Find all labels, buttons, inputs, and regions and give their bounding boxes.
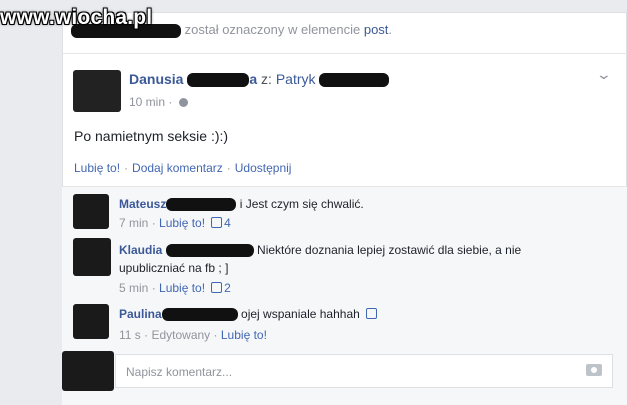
tag-notice-period: . bbox=[388, 22, 393, 37]
comment-author[interactable]: Klaudia bbox=[119, 243, 162, 257]
comment-meta: 11 s · Edytowany · Lubię to! bbox=[119, 328, 267, 342]
post-meta: 10 min · bbox=[129, 95, 188, 109]
watermark: www.wiocha.pl bbox=[0, 6, 153, 29]
action-separator: · bbox=[124, 161, 129, 175]
comment-time[interactable]: 11 s bbox=[119, 328, 141, 342]
comment-button[interactable]: Dodaj komentarz bbox=[132, 161, 223, 175]
comment-text: ojej wspaniale hahhah bbox=[241, 307, 360, 321]
globe-icon[interactable] bbox=[178, 98, 188, 108]
post-author-line: Danusia a z: Patryk bbox=[129, 71, 390, 88]
comment-avatar[interactable] bbox=[73, 304, 109, 339]
tag-notice-text: został oznaczony w elemencie bbox=[184, 22, 361, 37]
meta-separator: · bbox=[168, 95, 173, 109]
redacted-name bbox=[319, 73, 390, 88]
user-avatar[interactable] bbox=[62, 351, 114, 391]
action-separator: · bbox=[226, 161, 231, 175]
author-name-tail[interactable]: a bbox=[249, 71, 257, 87]
post-link[interactable]: post bbox=[364, 22, 389, 37]
comment-body-continued: upubliczniać na fb ; ] bbox=[119, 261, 228, 275]
meta-separator: · bbox=[144, 328, 149, 342]
comment-author[interactable]: Paulina bbox=[119, 307, 162, 321]
comment-text: i Jest czym się chwalić. bbox=[239, 197, 364, 211]
comment-author[interactable]: Mateusz bbox=[119, 197, 166, 211]
comment-like-button[interactable]: Lubię to! bbox=[159, 216, 205, 230]
comment-like-button[interactable]: Lubię to! bbox=[221, 328, 267, 342]
meta-separator: · bbox=[151, 216, 156, 230]
comment-meta: 7 min · Lubię to! 4 bbox=[119, 216, 231, 230]
like-count[interactable]: 2 bbox=[224, 281, 231, 295]
comment-avatar[interactable] bbox=[73, 238, 111, 276]
comment-time[interactable]: 5 min bbox=[119, 281, 148, 295]
comment-input[interactable] bbox=[116, 355, 568, 389]
like-count[interactable]: 4 bbox=[224, 216, 231, 230]
redacted-name bbox=[161, 308, 238, 322]
comment-body: Mateusz i Jest czym się chwalić. bbox=[119, 197, 364, 212]
meta-separator: · bbox=[213, 328, 218, 342]
redacted-name bbox=[165, 244, 254, 258]
comment-composer bbox=[115, 354, 613, 389]
chevron-down-icon[interactable]: ⌄ bbox=[596, 66, 612, 83]
redacted-name bbox=[187, 73, 250, 88]
thumbs-up-icon bbox=[365, 308, 377, 319]
comment-body: Klaudia Niektóre doznania lepiej zostawi… bbox=[119, 243, 522, 258]
like-button[interactable]: Lubię to! bbox=[74, 161, 120, 175]
thumbs-up-icon bbox=[211, 282, 223, 293]
tagged-friend[interactable]: Patryk bbox=[276, 71, 316, 87]
author-name[interactable]: Danusia bbox=[129, 71, 183, 87]
redacted-name bbox=[166, 198, 237, 212]
comment-meta: 5 min · Lubię to! 2 bbox=[119, 281, 231, 295]
comment-body: Paulina ojej wspaniale hahhah bbox=[119, 307, 379, 322]
comment-text: Niektóre doznania lepiej zostawić dla si… bbox=[257, 243, 522, 257]
comment-time[interactable]: 7 min bbox=[119, 216, 148, 230]
divider bbox=[62, 53, 627, 54]
with-label: z: bbox=[261, 71, 272, 87]
avatar[interactable] bbox=[73, 70, 121, 112]
comment-avatar[interactable] bbox=[73, 194, 109, 229]
share-button[interactable]: Udostępnij bbox=[235, 161, 292, 175]
post-actions: Lubię to! · Dodaj komentarz · Udostępnij bbox=[74, 161, 291, 175]
comment-like-button[interactable]: Lubię to! bbox=[159, 281, 205, 295]
comment-text-continued: upubliczniać na fb ; ] bbox=[119, 261, 229, 275]
camera-icon[interactable] bbox=[586, 364, 602, 376]
divider bbox=[62, 186, 627, 187]
meta-separator: · bbox=[151, 281, 156, 295]
post-time[interactable]: 10 min bbox=[129, 95, 165, 109]
edited-label[interactable]: Edytowany bbox=[151, 328, 210, 342]
thumbs-up-icon bbox=[211, 217, 223, 228]
post-text: Po namietnym seksie :):) bbox=[74, 128, 229, 144]
